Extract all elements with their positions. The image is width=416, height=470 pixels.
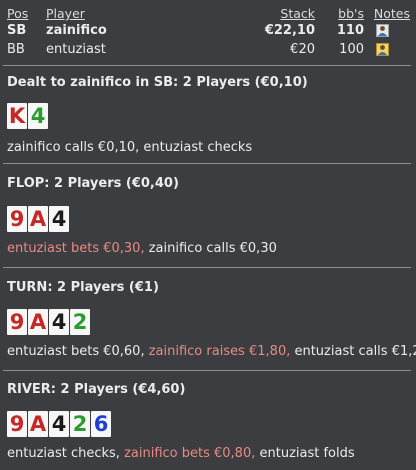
card: 4 xyxy=(49,411,69,437)
note-folder-icon[interactable] xyxy=(376,43,389,56)
turn-cards: 9 A 4 2 xyxy=(7,309,91,335)
river-action-highlight: zainifico bets €0,80, xyxy=(124,446,256,461)
player-name[interactable]: entuziast xyxy=(46,40,106,60)
card: A xyxy=(28,309,48,335)
card: 4 xyxy=(49,206,69,232)
flop-title: FLOP: 2 Players (€0,40) xyxy=(7,176,179,191)
player-pos: BB xyxy=(7,42,25,57)
divider xyxy=(3,267,411,268)
preflop-action: zainifico calls €0,10, entuziast checks xyxy=(7,140,253,155)
turn-action-a: entuziast bets €0,60, xyxy=(7,344,149,359)
hole-cards: K 4 xyxy=(7,103,49,129)
note-avatar-icon[interactable] xyxy=(376,24,389,37)
card: K xyxy=(7,103,27,129)
flop-action: entuziast bets €0,30, zainifico calls €0… xyxy=(7,240,277,258)
card: A xyxy=(28,206,48,232)
player-bbs: 100 xyxy=(339,42,364,57)
turn-title: TURN: 2 Players (€1) xyxy=(7,280,159,295)
card: 9 xyxy=(7,309,27,335)
divider xyxy=(3,370,411,371)
preflop-title: Dealt to zainifico in SB: 2 Players (€0,… xyxy=(7,75,308,90)
card: 2 xyxy=(70,309,90,335)
divider xyxy=(3,65,411,66)
divider xyxy=(3,163,411,164)
card: 9 xyxy=(7,206,27,232)
player-pos: SB xyxy=(7,23,27,38)
player-stack: €22,10 xyxy=(264,23,315,38)
river-title: RIVER: 2 Players (€4,60) xyxy=(7,382,186,397)
player-row-bb[interactable]: BB entuziast €20 100 xyxy=(0,40,416,60)
player-bbs: 110 xyxy=(336,23,364,38)
flop-cards: 9 A 4 xyxy=(7,206,70,232)
flop-action-highlight: entuziast bets €0,30, xyxy=(7,241,145,256)
river-cards: 9 A 4 2 6 xyxy=(7,411,112,437)
card: 6 xyxy=(91,411,111,437)
card: 2 xyxy=(70,411,90,437)
card: A xyxy=(28,411,48,437)
river-action-a: entuziast checks, xyxy=(7,446,125,461)
card: 9 xyxy=(7,411,27,437)
turn-action-highlight: zainifico raises €1,80, xyxy=(148,344,291,359)
card: 4 xyxy=(28,103,48,129)
river-action: entuziast checks, zainifico bets €0,80, … xyxy=(7,445,355,463)
player-row-sb[interactable]: SB zainifico €22,10 110 xyxy=(0,21,416,41)
turn-action: entuziast bets €0,60, zainifico raises €… xyxy=(7,343,416,361)
river-action-b: entuziast folds xyxy=(255,446,355,461)
player-name[interactable]: zainifico xyxy=(46,21,107,41)
turn-action-b: entuziast calls €1,20 xyxy=(290,344,416,359)
card: 4 xyxy=(49,309,69,335)
player-stack: €20 xyxy=(290,42,315,57)
flop-action-rest: zainifico calls €0,30 xyxy=(144,241,277,256)
